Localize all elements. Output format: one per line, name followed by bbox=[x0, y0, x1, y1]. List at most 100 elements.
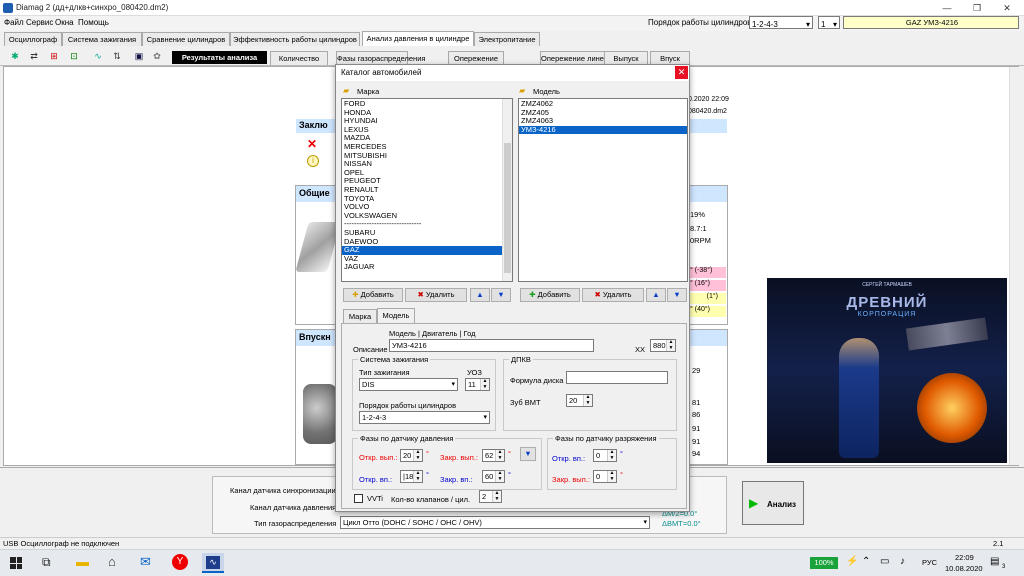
tab-ignition[interactable]: Система зажигания bbox=[62, 32, 142, 46]
description-input[interactable]: УМЗ-4216 bbox=[389, 339, 594, 352]
brand-list-item[interactable]: NISSAN bbox=[342, 160, 512, 169]
add-brand-button[interactable]: ✚ Добавить bbox=[343, 288, 403, 302]
conclusion-title: Заклю bbox=[299, 120, 328, 130]
order-select[interactable]: 1-2-4-3 ▾ bbox=[359, 411, 490, 424]
subtab-exhaust[interactable]: Выпуск bbox=[604, 51, 648, 65]
phases-down-button[interactable]: ▼ bbox=[520, 447, 536, 461]
close-button[interactable]: ✕ bbox=[992, 0, 1022, 16]
exh-close-spinner[interactable]: ▲ ▼ bbox=[495, 449, 504, 461]
auto-icon[interactable]: ⊞ bbox=[47, 49, 61, 63]
store-icon[interactable]: ⌂ bbox=[108, 554, 116, 569]
report-scrollbar[interactable] bbox=[1009, 67, 1019, 465]
exh-open-input[interactable]: 20 ▲ ▼ bbox=[400, 449, 423, 462]
graph-icon[interactable]: ∿ bbox=[91, 49, 105, 63]
model-list-item[interactable]: УМЗ-4216 bbox=[519, 125, 687, 135]
language-indicator[interactable]: РУС bbox=[922, 558, 937, 567]
speaker-icon[interactable]: ♪ bbox=[900, 556, 905, 567]
notifications-icon[interactable]: ▤ bbox=[990, 556, 999, 567]
vac-int-open-input[interactable]: 0 ▲ ▼ bbox=[593, 449, 617, 462]
dialog-tab-model[interactable]: Модель bbox=[377, 308, 415, 323]
int-close-input[interactable]: 60 ▲ ▼ bbox=[482, 470, 505, 483]
brand-down-button[interactable]: ▼ bbox=[491, 288, 511, 302]
delete-model-icon: ✖ bbox=[594, 290, 601, 299]
start-icon[interactable] bbox=[10, 557, 22, 569]
save-icon[interactable]: ▣ bbox=[132, 49, 146, 63]
settings-icon[interactable]: ✿ bbox=[150, 49, 164, 63]
subtab-phases[interactable]: Фазы газораспределения bbox=[336, 51, 425, 65]
add-model-button[interactable]: ✚ Добавить bbox=[520, 288, 580, 302]
subtab-advance-linear[interactable]: Опережение линейно bbox=[540, 51, 616, 65]
dialog-title: Каталог автомобилей bbox=[341, 68, 422, 77]
window-title: Diamag 2 (дд+длкв+синхро_080420.dm2) bbox=[16, 3, 169, 12]
diamag-taskbar-button[interactable]: ∿ bbox=[202, 553, 224, 573]
exh-open-spinner[interactable]: ▲ ▼ bbox=[413, 449, 422, 461]
filter-icon[interactable]: ⊡ bbox=[67, 49, 81, 63]
model-up-button[interactable]: ▲ bbox=[646, 288, 666, 302]
maximize-button[interactable]: ❐ bbox=[962, 0, 992, 16]
brand-list-item[interactable]: GAZ bbox=[342, 245, 512, 255]
car-model-display[interactable]: GAZ УМЗ-4216 bbox=[843, 16, 1019, 29]
cylinder-select[interactable]: 1 ▾ bbox=[818, 16, 840, 29]
vac-exh-close-spinner[interactable]: ▲ ▼ bbox=[607, 470, 616, 482]
idle-spinner[interactable]: ▲ ▼ bbox=[666, 339, 675, 351]
explorer-icon[interactable]: ▬ bbox=[76, 554, 89, 569]
tab-power[interactable]: Электропитание bbox=[474, 32, 540, 46]
network-icon[interactable]: ▭ bbox=[880, 556, 889, 567]
tdc-tooth-spinner[interactable]: ▲ ▼ bbox=[583, 394, 592, 406]
brand-list-item[interactable]: DAEWOO bbox=[342, 237, 512, 247]
clock-time[interactable]: 22:09 bbox=[955, 553, 974, 562]
model-list[interactable]: ZMZ4062 ZMZ405 ZMZ4063 УМЗ-4216 bbox=[518, 98, 688, 282]
yandex-icon[interactable]: Y bbox=[172, 554, 188, 570]
vac-exh-close-input[interactable]: 0 ▲ ▼ bbox=[593, 470, 617, 483]
tab-oscilloscope[interactable]: Осциллограф bbox=[4, 32, 62, 46]
menu-windows[interactable]: Окна bbox=[55, 18, 74, 27]
tab-pressure-analysis[interactable]: Анализ давления в цилиндре bbox=[362, 31, 474, 46]
ignition-type-select[interactable]: DIS ▾ bbox=[359, 378, 458, 391]
battery-indicator[interactable]: 100% bbox=[810, 557, 838, 569]
menu-file[interactable]: Файл bbox=[4, 18, 24, 27]
tray-arrow-icon[interactable]: ⌃ bbox=[862, 556, 870, 567]
mail-icon[interactable]: ✉ bbox=[140, 554, 151, 570]
sensor-icon[interactable]: ✱ bbox=[8, 49, 22, 63]
vvti-checkbox[interactable] bbox=[354, 494, 363, 503]
brand-list-scrollbar[interactable] bbox=[502, 99, 512, 281]
int-close-spinner[interactable]: ▲ ▼ bbox=[495, 470, 504, 482]
brand-up-button[interactable]: ▲ bbox=[470, 288, 490, 302]
timing-select[interactable]: Цикл Отто (DOHC / SOHC / OHC / OHV) ▾ bbox=[340, 516, 650, 529]
dialog-close-button[interactable]: ✕ bbox=[675, 66, 688, 79]
firing-order-select[interactable]: 1-2-4-3 ▾ bbox=[749, 16, 813, 29]
exh-close-input[interactable]: 62 ▲ ▼ bbox=[482, 449, 505, 462]
tab-cylinder-compare[interactable]: Сравнение цилиндров bbox=[142, 32, 230, 46]
uoz-input[interactable]: 11 ▲ ▼ bbox=[465, 378, 490, 391]
power-icon[interactable]: ⚡ bbox=[846, 556, 858, 567]
analyze-button[interactable]: ▶ Анализ bbox=[742, 481, 804, 525]
model-down-button[interactable]: ▼ bbox=[667, 288, 687, 302]
idle-rpm-input[interactable]: 880 ▲ ▼ bbox=[650, 339, 676, 352]
tab-cylinder-efficiency[interactable]: Эффективность работы цилиндров bbox=[230, 32, 360, 46]
vacuum-phases-label: Фазы по датчику разряжения bbox=[553, 434, 659, 443]
disk-formula-input[interactable] bbox=[566, 371, 668, 384]
valves-spinner[interactable]: ▲ ▼ bbox=[492, 490, 501, 502]
uoz-spinner[interactable]: ▲ ▼ bbox=[480, 378, 489, 390]
vac-int-open-spinner[interactable]: ▲ ▼ bbox=[607, 449, 616, 461]
subtab-intake[interactable]: Впуск bbox=[650, 51, 690, 65]
delete-model-button[interactable]: ✖ Удалить bbox=[582, 288, 644, 302]
sort-icon[interactable]: ⇅ bbox=[110, 49, 124, 63]
subtab-count[interactable]: Количество bbox=[270, 51, 328, 65]
subtab-advance[interactable]: Опережение bbox=[448, 51, 504, 65]
task-view-icon[interactable]: ⧉ bbox=[42, 555, 51, 570]
int-open-spinner[interactable]: ▲ ▼ bbox=[413, 470, 422, 482]
delete-brand-button[interactable]: ✖ Удалить bbox=[405, 288, 467, 302]
clock-date[interactable]: 10.08.2020 bbox=[945, 564, 983, 573]
menu-help[interactable]: Помощь bbox=[78, 18, 109, 27]
menu-service[interactable]: Сервис bbox=[26, 18, 53, 27]
subtab-results[interactable]: Результаты анализа bbox=[172, 51, 267, 64]
sync-icon[interactable]: ⇄ bbox=[27, 49, 41, 63]
minimize-button[interactable]: — bbox=[932, 0, 962, 16]
valves-input[interactable]: 2 ▲ ▼ bbox=[479, 490, 502, 503]
brand-list-item[interactable]: JAGUAR bbox=[342, 263, 512, 272]
tdc-tooth-input[interactable]: 20 ▲ ▼ bbox=[566, 394, 593, 407]
dialog-tab-brand[interactable]: Марка bbox=[343, 309, 377, 323]
brand-list[interactable]: FORD HONDA HYUNDAI LEXUS MAZDA MERCEDES MITSUB… bbox=[341, 98, 513, 282]
int-open-input[interactable]: |18 ▲ ▼ bbox=[400, 470, 423, 483]
